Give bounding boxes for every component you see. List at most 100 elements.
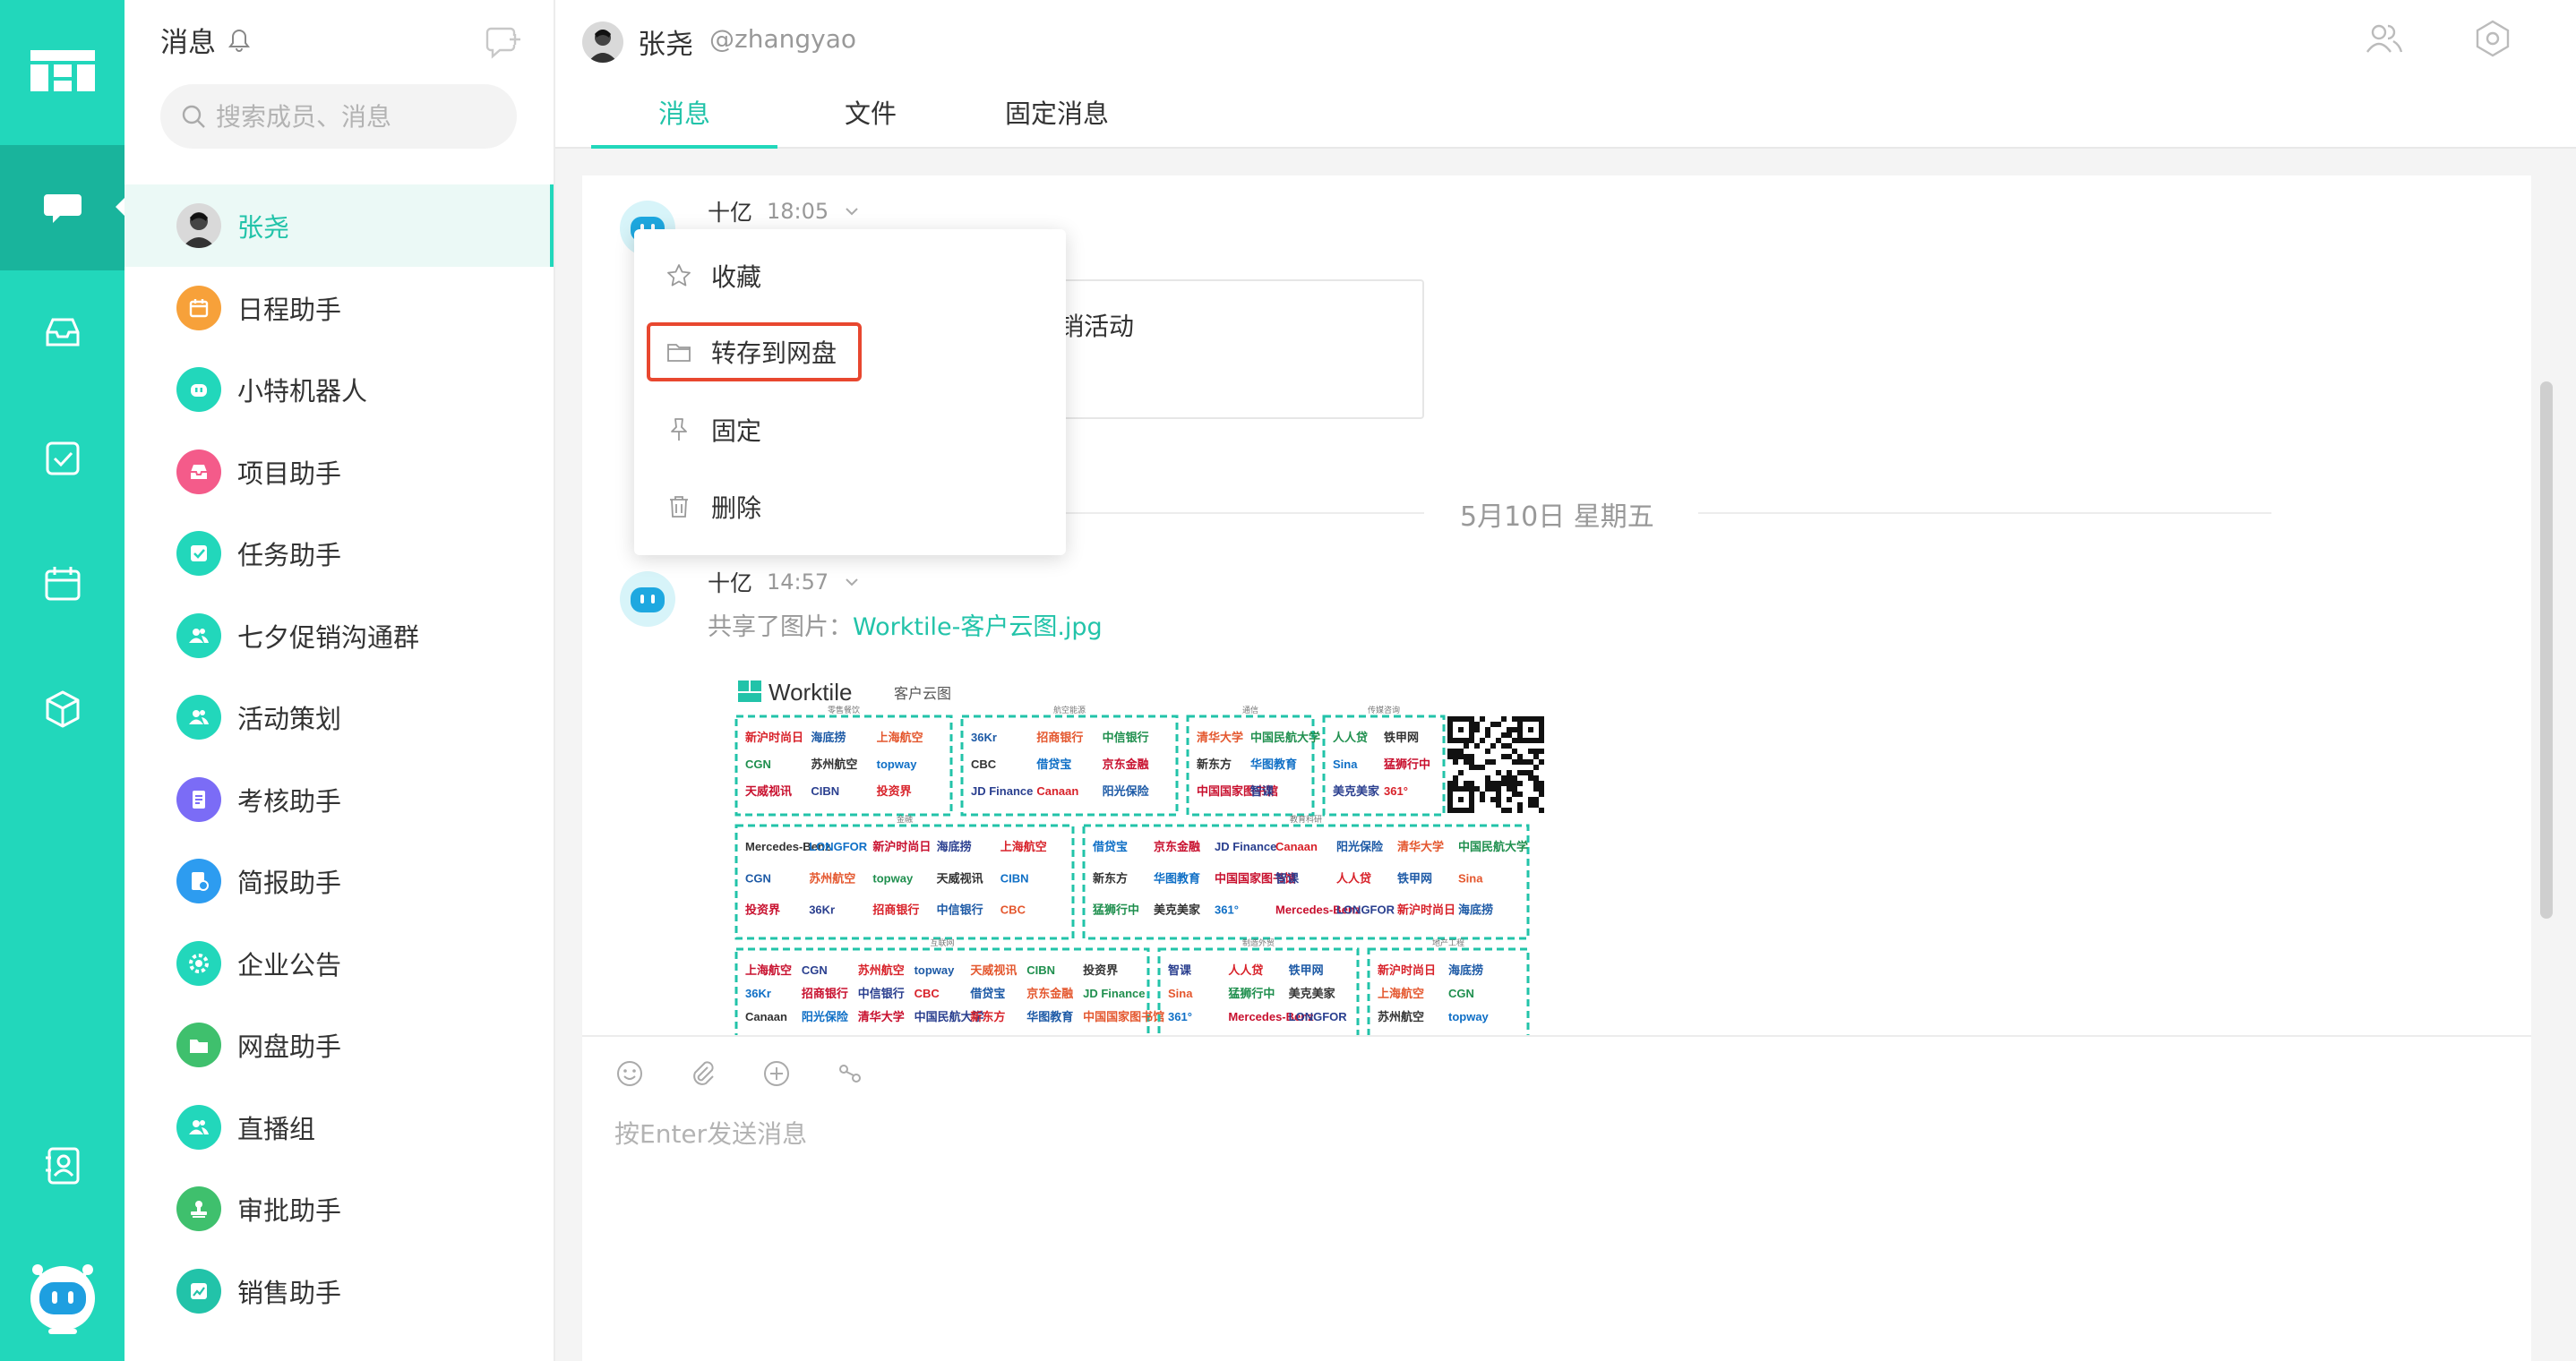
chat-header: 张尧 @zhangyao 消息 文件 固定消息 bbox=[555, 0, 2576, 149]
logo-group-label: 零售餐饮 bbox=[828, 705, 860, 715]
menu-item-favorite[interactable]: 收藏 bbox=[665, 249, 761, 303]
client-logo: 铁甲网 bbox=[1288, 963, 1324, 977]
menu-item-save-to-drive[interactable]: 转存到网盘 bbox=[647, 322, 863, 381]
session-item[interactable]: 七夕促销沟通群 bbox=[125, 595, 554, 677]
add-icon[interactable] bbox=[761, 1058, 792, 1089]
settings-icon[interactable] bbox=[2472, 18, 2513, 59]
bell-icon[interactable] bbox=[227, 28, 252, 53]
client-logo: 清华大学 bbox=[858, 1010, 905, 1023]
client-logo: 美克美家 bbox=[1333, 784, 1380, 798]
robot-avatar-icon[interactable] bbox=[20, 1252, 106, 1338]
robot-sender-avatar[interactable] bbox=[618, 569, 677, 629]
chevron-down-icon[interactable] bbox=[843, 202, 861, 220]
cube-icon bbox=[46, 690, 79, 728]
client-logo: 海底捞 bbox=[1458, 903, 1493, 917]
client-logo: 人人贷 bbox=[1228, 963, 1263, 977]
client-logo: 海底捞 bbox=[1448, 963, 1483, 977]
session-item[interactable]: 网盘助手 bbox=[125, 1004, 554, 1086]
task-icon bbox=[46, 441, 79, 475]
session-name: 活动策划 bbox=[237, 704, 342, 734]
client-logo: 中国国家图书馆 bbox=[1083, 1010, 1164, 1023]
session-item[interactable]: 小特机器人 bbox=[125, 348, 554, 431]
shared-image-preview[interactable]: Worktile 客户云图 零售餐饮 新沪时尚日 海底捞 上海航空 CGN 苏州航空 top… bbox=[708, 652, 1567, 1037]
session-name: 任务助手 bbox=[237, 540, 342, 570]
client-logo: 上海航空 bbox=[745, 963, 792, 977]
rail-apps[interactable] bbox=[0, 646, 125, 772]
search-input[interactable] bbox=[216, 101, 502, 132]
client-logo: 借贷宝 bbox=[969, 987, 1005, 1000]
tab-messages[interactable]: 消息 bbox=[591, 93, 777, 149]
client-logo: 361° bbox=[1384, 784, 1408, 798]
menu-item-label: 收藏 bbox=[711, 262, 762, 292]
menu-item-delete[interactable]: 删除 bbox=[665, 480, 761, 534]
session-item[interactable]: 张尧 bbox=[125, 184, 554, 267]
client-logo: 新东方 bbox=[1093, 871, 1128, 885]
client-logo: LONGFOR bbox=[1289, 1010, 1348, 1023]
shared-file-link[interactable]: Worktile-客户云图.jpg bbox=[853, 613, 1103, 641]
session-item[interactable]: 任务助手 bbox=[125, 512, 554, 595]
client-logo: 招商银行 bbox=[872, 903, 919, 917]
chevron-down-icon[interactable] bbox=[843, 573, 861, 591]
new-chat-icon[interactable] bbox=[485, 21, 523, 59]
client-logo: 清华大学 bbox=[1397, 840, 1444, 853]
session-item[interactable]: 销售助手 bbox=[125, 1250, 554, 1332]
user-avatar[interactable] bbox=[582, 21, 623, 63]
folder-icon bbox=[176, 1023, 221, 1067]
calendar-icon bbox=[45, 567, 80, 601]
date-divider: 5月10日 星期五 bbox=[1460, 501, 1654, 533]
group-icon bbox=[176, 1104, 221, 1150]
session-name: 日程助手 bbox=[237, 294, 342, 325]
worktile-logo[interactable] bbox=[30, 50, 95, 91]
members-icon[interactable] bbox=[2363, 18, 2404, 59]
inbox-icon bbox=[176, 449, 221, 494]
client-logo: 智课 bbox=[1168, 963, 1192, 977]
menu-item-pin[interactable]: 固定 bbox=[665, 403, 761, 457]
emoji-icon[interactable] bbox=[614, 1058, 645, 1089]
client-logo: 天威视讯 bbox=[745, 784, 792, 798]
client-logo: 京东金融 bbox=[1026, 987, 1073, 1000]
client-logo: 华图教育 bbox=[1154, 871, 1200, 885]
client-logo: LONGFOR bbox=[1336, 903, 1395, 917]
logo-group-label: 通信 bbox=[1242, 705, 1258, 715]
tab-pinned[interactable]: 固定消息 bbox=[964, 93, 1150, 149]
session-item[interactable]: 企业公告 bbox=[125, 922, 554, 1005]
session-item[interactable]: 考核助手 bbox=[125, 758, 554, 841]
client-logo: 361° bbox=[1215, 903, 1239, 917]
attachment-icon[interactable] bbox=[688, 1058, 718, 1089]
client-logo: 美克美家 bbox=[1289, 987, 1336, 1000]
client-logo: CGN bbox=[1448, 987, 1474, 1000]
contacts-icon bbox=[45, 1147, 79, 1185]
rail-tasks[interactable] bbox=[0, 396, 125, 521]
session-item[interactable]: 直播组 bbox=[125, 1086, 554, 1168]
rail-calendar[interactable] bbox=[0, 521, 125, 646]
search-box[interactable] bbox=[160, 84, 517, 149]
link-icon[interactable] bbox=[835, 1058, 865, 1089]
message-scrollbar[interactable] bbox=[2540, 381, 2553, 919]
session-item[interactable]: 项目助手 bbox=[125, 431, 554, 513]
client-logo: 智课 bbox=[1250, 784, 1275, 798]
message-input[interactable] bbox=[614, 1119, 2495, 1149]
session-item[interactable]: 简报助手 bbox=[125, 840, 554, 922]
client-logo: CIBN bbox=[1026, 963, 1055, 977]
client-logo: 清华大学 bbox=[1197, 731, 1243, 744]
tab-files[interactable]: 文件 bbox=[777, 93, 964, 149]
session-item[interactable]: 审批助手 bbox=[125, 1168, 554, 1250]
client-logo: 中国民航大学 bbox=[1250, 731, 1320, 744]
rail-messages[interactable] bbox=[0, 145, 125, 270]
client-logo: 华图教育 bbox=[1026, 1010, 1073, 1023]
session-item[interactable]: 日程助手 bbox=[125, 267, 554, 349]
session-item[interactable]: 活动策划 bbox=[125, 676, 554, 758]
share-prefix: 共享了图片： bbox=[708, 613, 853, 641]
user-avatar bbox=[176, 203, 221, 248]
message-sender: 十亿 bbox=[708, 200, 753, 226]
date-divider-line-right bbox=[1698, 512, 2271, 514]
client-logo: 中信银行 bbox=[1103, 731, 1149, 744]
client-logo: 苏州航空 bbox=[858, 963, 905, 977]
client-logo: 阳光保险 bbox=[1103, 784, 1150, 798]
rail-contacts[interactable] bbox=[0, 1103, 125, 1228]
client-logo: Sina bbox=[1168, 987, 1193, 1000]
image-brand: Worktile bbox=[769, 679, 852, 706]
sidebar-header: 消息 bbox=[160, 20, 252, 60]
date-divider-line-left bbox=[1003, 512, 1424, 514]
rail-inbox[interactable] bbox=[0, 270, 125, 396]
